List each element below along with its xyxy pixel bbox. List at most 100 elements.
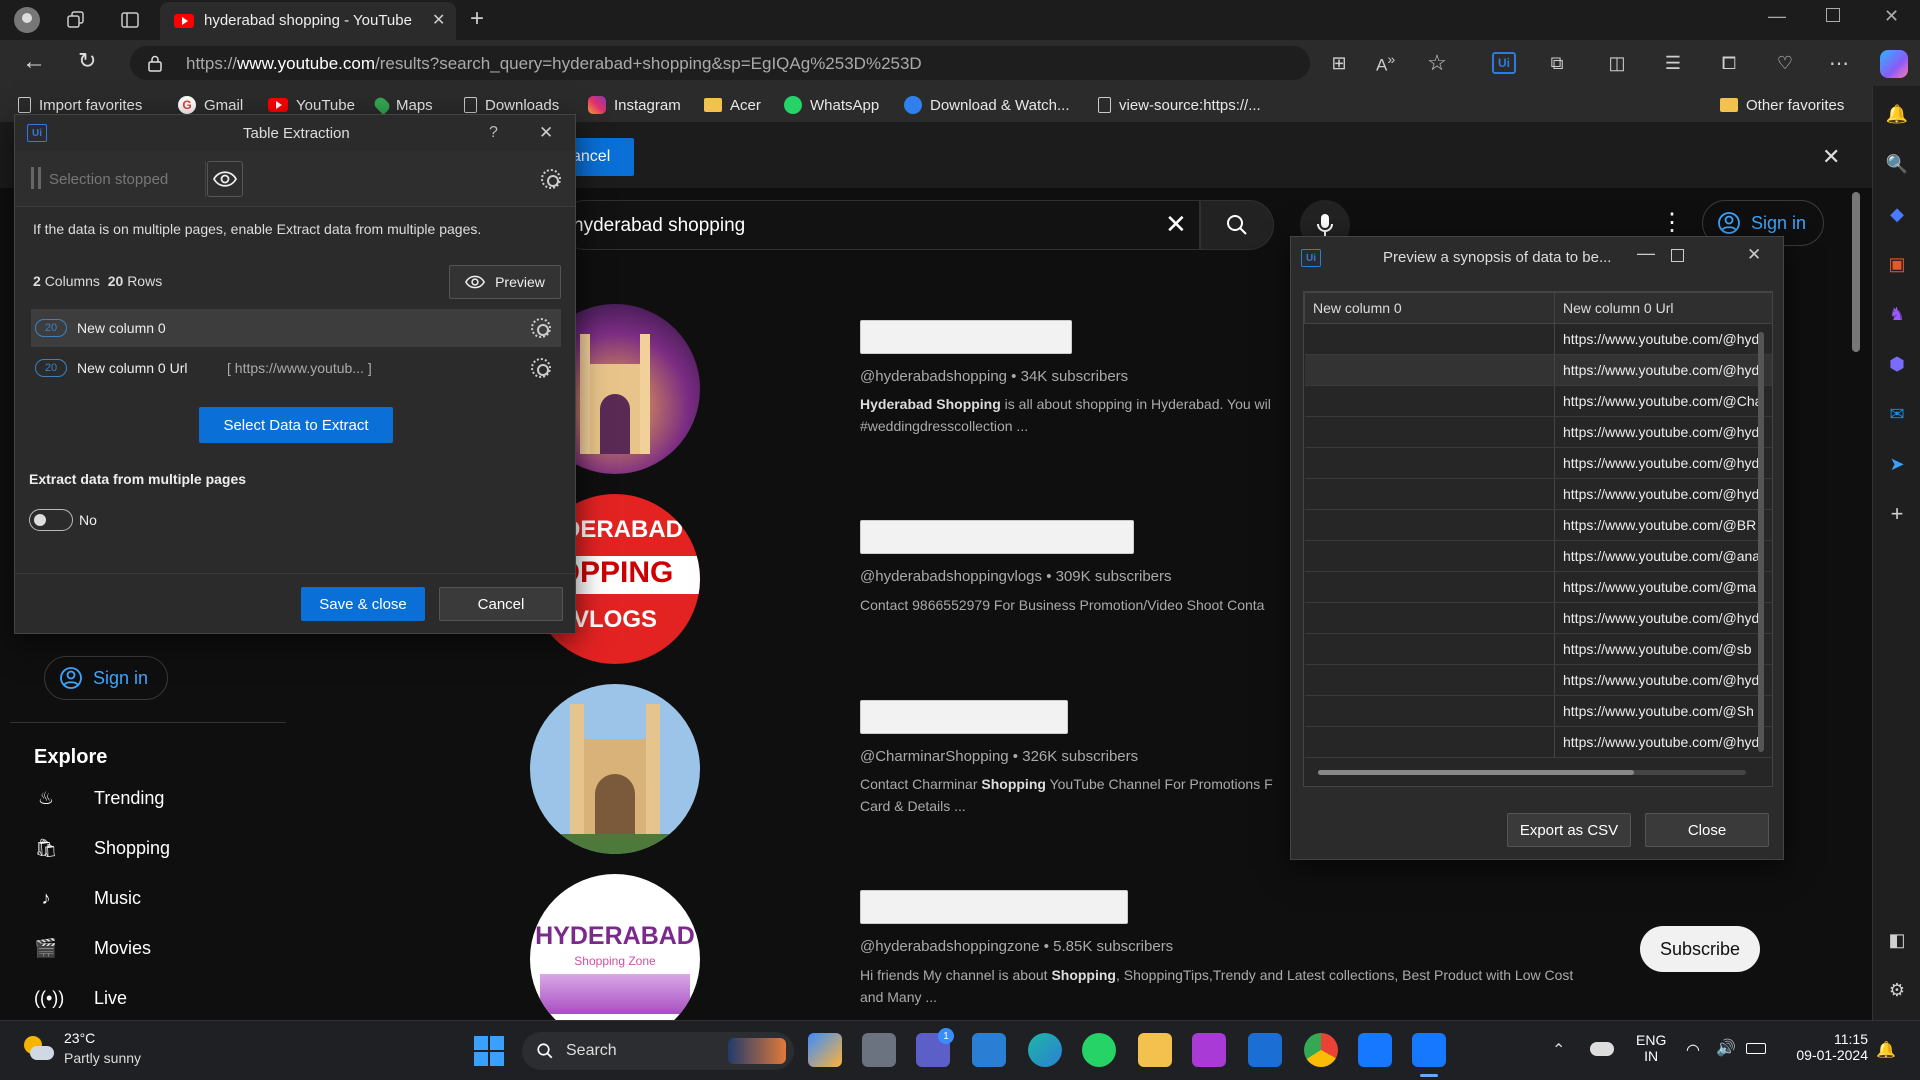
close-window-icon[interactable]: ✕ <box>1884 6 1899 27</box>
preview-cell-url[interactable]: https://www.youtube.com/@hyd <box>1554 726 1772 758</box>
preview-cell-url[interactable]: https://www.youtube.com/@hyd <box>1554 447 1772 479</box>
preview-table-row[interactable]: https://www.youtube.com/@hyd <box>1304 447 1772 479</box>
read-aloud-icon[interactable]: A» <box>1376 52 1395 76</box>
preview-cell-column0[interactable] <box>1304 385 1555 417</box>
close-preview-icon[interactable]: ✕ <box>1747 245 1761 265</box>
sidebar-item-trending[interactable]: ♨ Trending <box>34 788 164 809</box>
column-settings-icon[interactable] <box>531 358 551 378</box>
sidebar-item-movies[interactable]: 🎬 Movies <box>34 938 151 959</box>
preview-table-row[interactable]: https://www.youtube.com/@Sh <box>1304 695 1772 727</box>
preview-table-row[interactable]: https://www.youtube.com/@hyd <box>1304 664 1772 696</box>
weather-sun-cloud-icon[interactable] <box>22 1034 54 1064</box>
clear-search-icon[interactable]: ✕ <box>1165 209 1187 240</box>
cancel-selection-button[interactable]: ancel <box>566 138 634 176</box>
preview-table-row[interactable]: https://www.youtube.com/@Cha <box>1304 385 1772 417</box>
app-available-icon[interactable]: ⊞ <box>1326 50 1352 76</box>
preview-cell-column0[interactable] <box>1304 726 1555 758</box>
tools-icon[interactable]: ▣ <box>1885 252 1909 276</box>
browser-essentials-icon[interactable]: ♡ <box>1772 50 1798 76</box>
preview-cell-column0[interactable] <box>1304 571 1555 603</box>
fav-acer[interactable]: Acer <box>704 94 761 116</box>
extensions-icon[interactable]: ⧉ <box>1544 50 1570 76</box>
file-explorer-icon[interactable] <box>1138 1033 1172 1067</box>
sidebar-settings-icon[interactable]: ⚙ <box>1885 978 1909 1002</box>
preview-cell-column0[interactable] <box>1304 509 1555 541</box>
fav-downloads[interactable]: Downloads <box>464 94 559 116</box>
language-indicator[interactable]: ENG IN <box>1636 1032 1666 1064</box>
whatsapp-taskbar-icon[interactable] <box>1082 1033 1116 1067</box>
channel-name-placeholder-3[interactable] <box>860 700 1068 734</box>
lock-icon[interactable] <box>148 55 162 72</box>
preview-cell-url[interactable]: https://www.youtube.com/@Sh <box>1554 695 1772 727</box>
preview-cell-url[interactable]: https://www.youtube.com/@hyd <box>1554 664 1772 696</box>
fav-other-favorites[interactable]: Other favorites <box>1720 94 1844 116</box>
fav-maps[interactable]: Maps <box>372 94 433 116</box>
preview-table-row[interactable]: https://www.youtube.com/@ma <box>1304 571 1772 603</box>
games-icon[interactable]: ♞ <box>1885 302 1909 326</box>
preview-cell-url[interactable]: https://www.youtube.com/@hyd <box>1554 478 1772 510</box>
fav-youtube[interactable]: YouTube <box>268 94 355 116</box>
split-screen-icon[interactable]: ◫ <box>1604 50 1630 76</box>
pause-icon[interactable] <box>31 167 41 189</box>
close-dialog-icon[interactable]: ✕ <box>539 123 553 143</box>
channel-handle[interactable]: @hyderabadshoppingvlogs <box>860 568 1042 585</box>
fav-view-source[interactable]: view-source:https://... <box>1098 94 1261 116</box>
taskbar-search[interactable]: Search <box>522 1032 794 1070</box>
wifi-icon[interactable]: ◠ <box>1686 1040 1700 1060</box>
outlook-new-icon[interactable] <box>1248 1033 1282 1067</box>
search-input[interactable]: hyderabad shopping ✕ <box>560 200 1200 250</box>
preview-cell-column0[interactable] <box>1304 323 1555 355</box>
preview-cell-column0[interactable] <box>1304 478 1555 510</box>
preview-cell-url[interactable]: https://www.youtube.com/@hyd <box>1554 602 1772 634</box>
sidebar-sign-in-button[interactable]: Sign in <box>44 656 168 700</box>
preview-table-row[interactable]: https://www.youtube.com/@hyd <box>1304 323 1772 355</box>
add-sidebar-app-icon[interactable]: + <box>1885 501 1909 526</box>
sidebar-item-music[interactable]: ♪ Music <box>34 888 142 909</box>
fav-gmail[interactable]: G Gmail <box>178 94 243 116</box>
profile-icon[interactable] <box>14 7 40 33</box>
chrome-icon[interactable] <box>1304 1033 1338 1067</box>
new-tab-icon[interactable]: + <box>470 5 484 33</box>
url-text[interactable]: https://www.youtube.com/results?search_q… <box>186 54 922 74</box>
close-preview-button[interactable]: Close <box>1645 813 1769 847</box>
windows-start-icon[interactable] <box>474 1036 504 1066</box>
onedrive-cloud-icon[interactable] <box>1590 1042 1614 1056</box>
column-row-0[interactable]: 20 New column 0 <box>31 309 561 347</box>
favorites-list-icon[interactable]: ☰ <box>1660 50 1686 76</box>
select-data-button[interactable]: Select Data to Extract <box>199 407 393 443</box>
preview-cell-url[interactable]: https://www.youtube.com/@hyd <box>1554 416 1772 448</box>
restore-window-icon[interactable] <box>1826 8 1840 22</box>
channel-name-placeholder-4[interactable] <box>860 890 1128 924</box>
preview-table-row[interactable]: https://www.youtube.com/@ana <box>1304 540 1772 572</box>
back-icon[interactable]: ← <box>22 48 46 76</box>
save-close-button[interactable]: Save & close <box>301 587 425 621</box>
channel-avatar-3[interactable] <box>530 684 700 854</box>
weather-condition[interactable]: Partly sunny <box>64 1050 141 1066</box>
uipath-extension-icon[interactable]: Ui <box>1492 52 1516 74</box>
channel-handle[interactable]: @hyderabadshoppingzone <box>860 938 1040 955</box>
column-settings-icon[interactable] <box>531 318 551 338</box>
preview-cell-url[interactable]: https://www.youtube.com/@BR <box>1554 509 1772 541</box>
preview-cell-url[interactable]: https://www.youtube.com/@ana <box>1554 540 1772 572</box>
preview-cell-column0[interactable] <box>1304 602 1555 634</box>
preview-cell-url[interactable]: https://www.youtube.com/@ma <box>1554 571 1772 603</box>
preview-vertical-scrollbar[interactable] <box>1758 332 1764 752</box>
copilot-taskbar-icon[interactable] <box>808 1033 842 1067</box>
preview-cell-url[interactable]: https://www.youtube.com/@hyd <box>1554 323 1772 355</box>
channel-name-placeholder-1[interactable] <box>860 320 1072 354</box>
preview-table-row[interactable]: https://www.youtube.com/@hyd <box>1304 354 1772 386</box>
workspaces-icon[interactable] <box>64 8 88 32</box>
toolbar-settings-icon[interactable] <box>541 169 561 189</box>
uipath-assistant-icon[interactable] <box>1412 1033 1446 1067</box>
preview-table-row[interactable]: https://www.youtube.com/@hyd <box>1304 602 1772 634</box>
shopping-tag-icon[interactable]: ◆ <box>1885 202 1909 226</box>
help-icon[interactable]: ? <box>489 124 498 142</box>
preview-cell-column0[interactable] <box>1304 664 1555 696</box>
channel-handle[interactable]: @hyderabadshopping <box>860 368 1007 385</box>
preview-cell-url[interactable]: https://www.youtube.com/@hyd <box>1554 354 1772 386</box>
preview-button[interactable]: Preview <box>449 265 561 299</box>
notifications-icon[interactable]: 🔔 <box>1885 102 1909 126</box>
minimize-dialog-icon[interactable]: — <box>1637 243 1655 264</box>
volume-icon[interactable]: 🔊 <box>1716 1038 1736 1058</box>
more-options-icon[interactable]: ⋮ <box>1660 208 1684 237</box>
